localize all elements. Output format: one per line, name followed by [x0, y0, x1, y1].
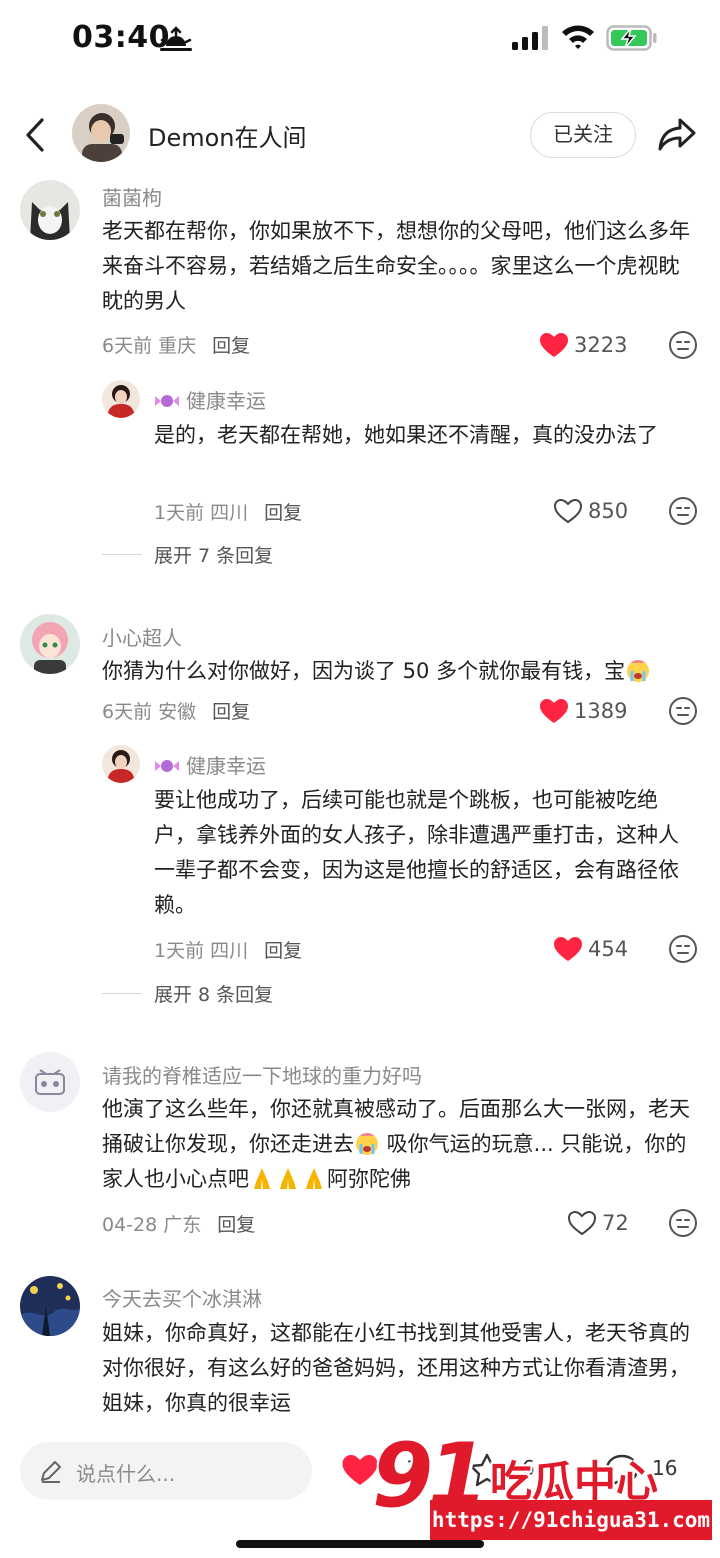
reply-avatar[interactable]: [102, 745, 140, 783]
comment-text-body: 你猜为什么对你做好，因为谈了 50 多个就你最有钱，宝: [102, 659, 626, 683]
reply-username[interactable]: 健康幸运: [154, 750, 266, 779]
expand-replies[interactable]: 展开 8 条回复: [102, 981, 274, 1006]
reply-button[interactable]: 回复: [264, 502, 302, 524]
like-count: 850: [588, 499, 629, 523]
like-count: 72: [602, 1211, 629, 1235]
emoji-icon[interactable]: [668, 1208, 698, 1238]
comment-text: 姐妹，你命真好，这都能在小红书找到其他受害人，老天爷真的对你很好，有这么好的爸爸…: [102, 1321, 690, 1415]
comment-input-placeholder: 说点什么...: [76, 1462, 176, 1486]
reply-avatar[interactable]: [102, 380, 140, 418]
pray-emoji-icon: [306, 1168, 322, 1189]
author-username[interactable]: Demon在人间: [148, 118, 307, 153]
like-button[interactable]: 850: [552, 496, 628, 526]
pray-emoji-icon: [280, 1168, 296, 1189]
comment-meta: 6天前 安徽 回复: [102, 697, 250, 724]
heart-outline-icon: [553, 498, 583, 524]
signal-icon: [512, 26, 548, 50]
commenter-name[interactable]: 今天去买个冰淇淋: [102, 1283, 262, 1312]
like-count: 1389: [574, 699, 628, 723]
battery-charging-icon: [606, 25, 657, 51]
comment-meta: 6天前 重庆 回复: [102, 331, 250, 358]
reply-username-text: 健康幸运: [186, 754, 266, 778]
emoji-icon[interactable]: [668, 934, 698, 964]
comment-time-location: 04-28 广东: [102, 1214, 202, 1236]
status-time: 03:40: [72, 20, 170, 55]
heart-outline-icon: [567, 1210, 597, 1236]
reply-text: 是的，老天都在帮她，她如果还不清醒，真的没办法了: [154, 423, 658, 447]
home-indicator[interactable]: [236, 1540, 484, 1548]
comment-text: 他演了这么些年，你还就真被感动了。后面那么大一张网，老天捅破让你发现，你还走进去…: [102, 1092, 692, 1197]
expand-replies-label: 展开 8 条回复: [154, 983, 274, 1006]
follow-button[interactable]: 已关注: [530, 112, 636, 158]
like-button[interactable]: 1389: [538, 696, 627, 726]
commenter-name[interactable]: 请我的脊椎适应一下地球的重力好吗: [102, 1060, 422, 1089]
candy-badge-icon: [155, 760, 179, 772]
like-button[interactable]: 3223: [538, 330, 627, 360]
comment-text: 老天都在帮你，你如果放不下，想想你的父母吧，他们这么多年来奋斗不容易，若结婚之后…: [102, 219, 690, 313]
reply-time-location: 1天前 四川: [154, 502, 249, 524]
commenter-avatar[interactable]: [20, 614, 80, 674]
like-button[interactable]: 454: [552, 934, 628, 964]
wifi-icon: [562, 25, 594, 49]
comment-text-part-c: 阿弥陀佛: [327, 1167, 411, 1191]
reply-username[interactable]: 健康幸运: [154, 385, 266, 414]
comment-text: 你猜为什么对你做好，因为谈了 50 多个就你最有钱，宝: [102, 654, 692, 689]
reply-text: 要让他成功了，后续可能也就是个跳板，也可能被吃绝户，拿钱养外面的女人孩子，除非遭…: [154, 788, 679, 917]
emoji-icon[interactable]: [668, 496, 698, 526]
reply-meta: 1天前 四川 回复: [154, 936, 302, 963]
like-count: 3223: [574, 333, 628, 357]
commenter-avatar[interactable]: [20, 1052, 80, 1112]
comment-input[interactable]: 说点什么...: [20, 1442, 312, 1500]
heart-icon: [540, 699, 568, 723]
reply-username-text: 健康幸运: [186, 389, 266, 413]
heart-icon: [540, 333, 568, 357]
expand-replies-label: 展开 7 条回复: [154, 544, 274, 567]
crying-emoji-icon: [356, 1133, 378, 1155]
sunset-icon: [160, 26, 192, 51]
expand-replies[interactable]: 展开 7 条回复: [102, 542, 274, 567]
reply-button[interactable]: 回复: [212, 701, 250, 723]
commenter-avatar[interactable]: [20, 1276, 80, 1336]
reply-meta: 1天前 四川 回复: [154, 498, 302, 525]
comment-time-location: 6天前 安徽: [102, 701, 197, 723]
reply-button[interactable]: 回复: [264, 940, 302, 962]
comment-time-location: 6天前 重庆: [102, 335, 197, 357]
heart-icon: [554, 937, 582, 961]
share-icon[interactable]: [656, 114, 698, 154]
commenter-name[interactable]: 小心超人: [102, 622, 182, 651]
expand-divider: [102, 992, 142, 994]
back-arrow-icon[interactable]: [20, 116, 50, 154]
author-avatar[interactable]: [72, 104, 130, 162]
emoji-icon[interactable]: [668, 330, 698, 360]
crying-emoji-icon: [627, 660, 650, 682]
reply-button[interactable]: 回复: [212, 335, 250, 357]
commenter-name[interactable]: 菌菌枸: [102, 182, 162, 211]
like-count: 454: [588, 937, 629, 961]
emoji-icon[interactable]: [668, 696, 698, 726]
reply-button[interactable]: 回复: [217, 1214, 255, 1236]
pen-icon: [41, 1461, 61, 1483]
status-bar: 03:40: [0, 0, 720, 80]
like-button[interactable]: 72: [566, 1208, 629, 1238]
watermark-url: https://91chigua31.com: [430, 1500, 712, 1540]
top-nav: Demon在人间 已关注: [0, 90, 720, 180]
commenter-avatar[interactable]: [20, 180, 80, 240]
expand-divider: [102, 553, 142, 555]
comment-meta: 04-28 广东 回复: [102, 1210, 255, 1237]
pray-emoji-icon: [254, 1168, 270, 1189]
candy-badge-icon: [155, 395, 179, 407]
reply-time-location: 1天前 四川: [154, 940, 249, 962]
